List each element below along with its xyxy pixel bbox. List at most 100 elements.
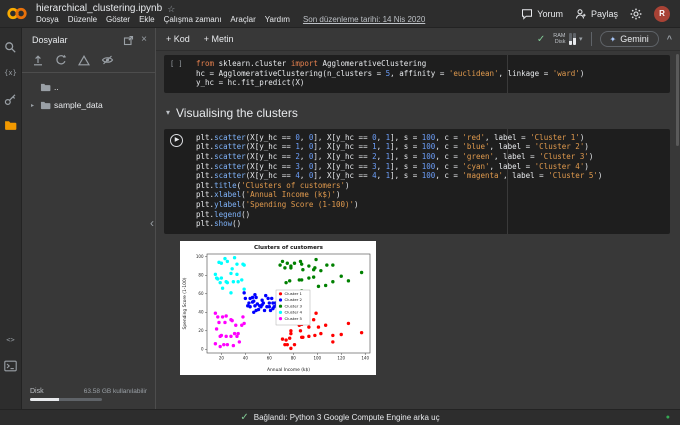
- eye-off-icon: [101, 55, 114, 65]
- mount-drive-button[interactable]: [78, 54, 90, 66]
- search-tab-button[interactable]: [4, 40, 18, 54]
- svg-text:80: 80: [291, 355, 297, 360]
- svg-text:20: 20: [198, 328, 204, 333]
- notebook-toolbar: + Kod + Metin ✓ RAM Disk ▾ ✦ Gemini ^: [156, 28, 680, 51]
- svg-text:20: 20: [219, 355, 225, 360]
- play-icon: ▶: [174, 137, 180, 144]
- toggle-hidden-files-button[interactable]: [101, 54, 114, 66]
- svg-text:120: 120: [337, 355, 345, 360]
- svg-text:Cluster 2: Cluster 2: [285, 297, 303, 302]
- cell-output: Clusters of customers 20 40 60 80 100 120 140 0 2…: [180, 240, 670, 375]
- svg-text:100: 100: [313, 355, 321, 360]
- toolbar-divider: [590, 32, 592, 46]
- svg-text:60: 60: [267, 355, 273, 360]
- resource-meter: [568, 33, 576, 45]
- svg-text:Spending Score (1-100): Spending Score (1-100): [182, 277, 188, 329]
- settings-button[interactable]: [630, 8, 642, 20]
- close-panel-button[interactable]: ×: [141, 35, 147, 45]
- terminal-button[interactable]: [4, 359, 18, 373]
- code-snippets-button[interactable]: <>: [4, 333, 18, 347]
- infinity-logo-icon: [7, 7, 27, 20]
- dropdown-icon: ▾: [579, 36, 583, 43]
- notebook-column: + Kod + Metin ✓ RAM Disk ▾ ✦ Gemini ^ […: [156, 28, 680, 409]
- terminal-icon: [4, 360, 17, 372]
- open-in-new-icon: [124, 35, 134, 45]
- last-edited-link[interactable]: Son düzenleme tarihi: 14 Nis 2020: [303, 15, 425, 25]
- comment-button[interactable]: Yorum: [521, 8, 563, 20]
- cell-run-indicator[interactable]: [ ]: [170, 60, 183, 68]
- header-right: Yorum Paylaş R: [521, 5, 670, 22]
- svg-text:80: 80: [198, 272, 204, 277]
- variables-tab-button[interactable]: {x}: [4, 66, 18, 80]
- files-tab-button[interactable]: [4, 118, 18, 132]
- variables-icon: {x}: [4, 69, 17, 77]
- notebook-content: [ ] from sklearn.cluster import Agglomer…: [156, 51, 680, 409]
- avatar[interactable]: R: [654, 5, 670, 22]
- colab-logo[interactable]: [6, 6, 28, 21]
- folder-icon: [5, 121, 17, 130]
- folder-icon: [40, 101, 51, 110]
- disk-usage: Disk 63.58 GB kullanılabilir: [22, 384, 155, 409]
- run-cell-button[interactable]: ▶: [170, 133, 183, 147]
- disk-available: 63.58 GB kullanılabilir: [83, 388, 147, 395]
- folder-icon: [40, 83, 51, 92]
- secrets-tab-button[interactable]: [4, 92, 18, 106]
- upload-file-button[interactable]: [32, 54, 44, 66]
- tree-item-[interactable]: ..: [26, 80, 151, 94]
- tree-item-sample_data[interactable]: ▸ sample_data: [26, 98, 151, 112]
- menubar: Dosya Düzenle Göster Ekle Çalışma zamanı Araç…: [36, 15, 425, 25]
- chevron-down-icon[interactable]: ▾: [166, 108, 170, 117]
- open-in-tab-button[interactable]: [123, 35, 134, 46]
- code-snippets-icon: <>: [6, 336, 15, 344]
- title-block: hierarchical_clustering.ipynb ☆ Dosya Düz…: [36, 3, 425, 25]
- upload-icon: [34, 55, 42, 66]
- svg-text:Clusters of customers: Clusters of customers: [254, 245, 324, 251]
- scrollbar-thumb[interactable]: [676, 54, 679, 146]
- collapse-panel-button[interactable]: ‹: [150, 216, 154, 230]
- notebook-title[interactable]: hierarchical_clustering.ipynb: [36, 3, 162, 15]
- menu-düzenle[interactable]: Düzenle: [68, 15, 97, 25]
- gear-icon: [630, 8, 642, 19]
- share-button[interactable]: Paylaş: [575, 8, 618, 20]
- svg-text:40: 40: [243, 355, 249, 360]
- disk-label: Disk: [30, 388, 44, 395]
- output-chart: Clusters of customers 20 40 60 80 100 120 140 0 2…: [180, 240, 376, 375]
- menu-araçlar[interactable]: Araçlar: [230, 15, 255, 25]
- svg-text:Annual Income (k$): Annual Income (k$): [267, 367, 310, 373]
- left-icon-strip: {x} <>: [0, 28, 22, 409]
- comment-icon: [522, 8, 533, 20]
- menu-ekle[interactable]: Ekle: [139, 15, 155, 25]
- saved-check-icon: ✓: [536, 33, 546, 45]
- menu-çalışma-zamanı[interactable]: Çalışma zamanı: [164, 15, 222, 25]
- refresh-icon: [56, 54, 67, 65]
- refresh-files-button[interactable]: [55, 54, 67, 66]
- menu-yardım[interactable]: Yardım: [265, 15, 290, 25]
- section-heading[interactable]: ▾ Visualising the clusters: [166, 106, 668, 120]
- app-header: hierarchical_clustering.ipynb ☆ Dosya Düz…: [0, 0, 680, 28]
- files-panel-actions: [22, 52, 155, 73]
- code-cell-1[interactable]: [ ] from sklearn.cluster import Agglomer…: [164, 55, 670, 93]
- add-text-button[interactable]: + Metin: [204, 34, 234, 44]
- code-editor-2[interactable]: plt.scatter(X[y_hc == 0, 0], X[y_hc == 0…: [196, 133, 664, 229]
- svg-text:Cluster 5: Cluster 5: [285, 316, 303, 321]
- disk-usage-bar: [30, 398, 102, 401]
- code-editor-1[interactable]: from sklearn.cluster import Agglomerativ…: [196, 59, 664, 88]
- section-heading-text: Visualising the clusters: [176, 105, 298, 120]
- resources-button[interactable]: RAM Disk ▾: [553, 33, 583, 45]
- svg-text:Cluster 3: Cluster 3: [285, 303, 303, 308]
- disk-usage-fill: [30, 398, 59, 401]
- sparkle-icon: ✦: [609, 34, 617, 44]
- colab-app: hierarchical_clustering.ipynb ☆ Dosya Düz…: [0, 0, 680, 425]
- connection-status-text[interactable]: Bağlandı: Python 3 Google Compute Engine…: [254, 413, 440, 422]
- svg-text:Cluster 1: Cluster 1: [285, 291, 303, 296]
- collapse-header-button[interactable]: ^: [667, 34, 672, 44]
- add-code-button[interactable]: + Kod: [166, 34, 190, 44]
- menu-dosya[interactable]: Dosya: [36, 15, 59, 25]
- gemini-button[interactable]: ✦ Gemini: [599, 31, 659, 47]
- search-icon: [5, 41, 16, 53]
- person-add-icon: [575, 8, 586, 19]
- menu-göster[interactable]: Göster: [106, 15, 130, 25]
- svg-text:100: 100: [196, 254, 204, 259]
- star-icon[interactable]: ☆: [167, 3, 175, 15]
- code-cell-2[interactable]: ▶ plt.scatter(X[y_hc == 0, 0], X[y_hc ==…: [164, 128, 670, 234]
